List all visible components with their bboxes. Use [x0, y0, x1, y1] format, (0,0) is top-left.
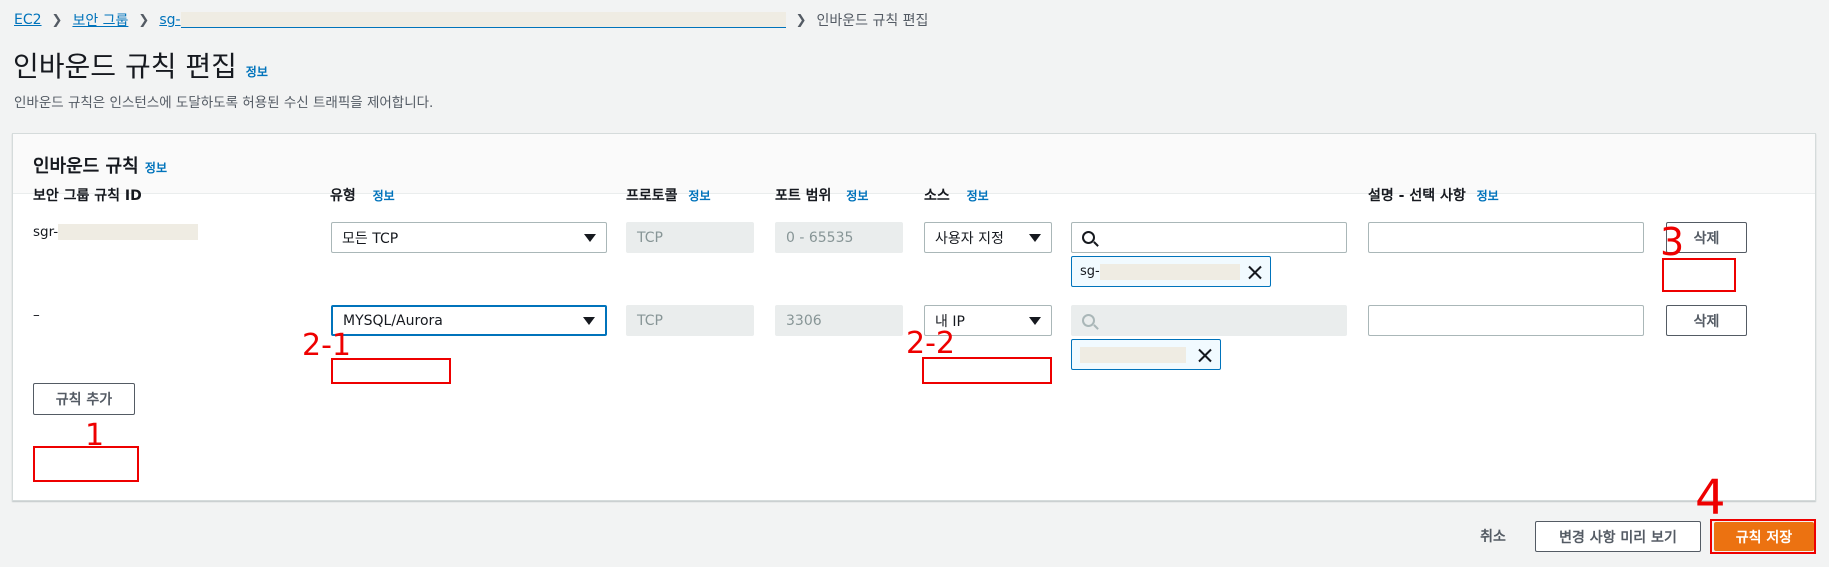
source-token-text: sg- [1080, 264, 1100, 279]
description-input[interactable] [1368, 222, 1644, 253]
col-source: 소스 정보 [924, 185, 989, 205]
panel-header: 인바운드 규칙 정보 [13, 134, 1815, 194]
cancel-button[interactable]: 취소 [1468, 520, 1518, 551]
col-protocol: 프로토콜 정보 [626, 185, 711, 205]
col-source-text: 소스 [924, 188, 950, 204]
col-type: 유형 정보 [330, 185, 395, 205]
caret-down-icon [583, 316, 595, 325]
page-info-link[interactable]: 정보 [246, 65, 268, 79]
search-icon [1082, 231, 1095, 244]
chevron-right-icon: ❯ [795, 12, 807, 28]
breadcrumb-current: 인바운드 규칙 편집 [816, 13, 929, 29]
annotation-label-source-type: 2-2 [906, 326, 955, 361]
col-description: 설명 - 선택 사항 정보 [1368, 185, 1499, 205]
protocol-field: TCP [626, 222, 754, 253]
col-protocol-text: 프로토콜 [626, 188, 678, 204]
caret-down-icon [1029, 316, 1041, 325]
annotation-box-save [1710, 519, 1816, 554]
chevron-right-icon: ❯ [51, 12, 63, 28]
breadcrumb-ec2[interactable]: EC2 [14, 12, 42, 28]
panel-title: 인바운드 규칙 정보 [33, 152, 167, 178]
caret-down-icon [584, 233, 596, 242]
inbound-rules-panel: 인바운드 규칙 정보 보안 그룹 규칙 ID 유형 정보 프로토콜 정보 포트 … [12, 133, 1816, 501]
port-range-field: 3306 [775, 305, 903, 336]
caret-down-icon [1029, 233, 1041, 242]
col-source-info[interactable]: 정보 [967, 189, 989, 203]
type-select-value: MYSQL/Aurora [343, 312, 443, 329]
preview-changes-button[interactable]: 변경 사항 미리 보기 [1535, 521, 1701, 552]
page-description: 인바운드 규칙은 인스턴스에 도달하도록 허용된 수신 트래픽을 제어합니다. [14, 95, 434, 111]
col-port-range: 포트 범위 정보 [775, 185, 868, 205]
annotation-label-add-rule: 1 [85, 418, 105, 453]
annotation-box-source-type [922, 357, 1052, 384]
breadcrumb-security-groups[interactable]: 보안 그룹 [72, 10, 128, 30]
breadcrumb-sg[interactable]: sg- [159, 12, 786, 28]
type-select-value: 모든 TCP [342, 230, 399, 247]
redacted-block [180, 12, 786, 28]
type-select[interactable]: 모든 TCP [331, 222, 607, 253]
add-rule-button[interactable]: 규칙 추가 [33, 383, 135, 415]
source-token: sg- [1071, 256, 1271, 287]
col-type-text: 유형 [330, 188, 356, 204]
annotation-label-type: 2-1 [302, 328, 351, 363]
source-type-value: 사용자 지정 [935, 230, 1004, 247]
page-title: 인바운드 규칙 편집 정보 [13, 45, 268, 85]
source-search-input[interactable] [1071, 222, 1347, 253]
panel-info-link[interactable]: 정보 [145, 161, 167, 175]
description-input[interactable] [1368, 305, 1644, 336]
chevron-right-icon: ❯ [138, 12, 150, 28]
port-range-field: 0 - 65535 [775, 222, 903, 253]
rule-id-cell: – [33, 307, 40, 323]
close-icon[interactable] [1198, 348, 1212, 362]
redacted-block [58, 224, 199, 240]
redacted-block [1099, 263, 1241, 280]
protocol-field: TCP [626, 305, 754, 336]
source-search-input [1071, 305, 1347, 336]
breadcrumb: EC2 ❯ 보안 그룹 ❯ sg- ❯ 인바운드 규칙 편집 [14, 10, 928, 30]
col-protocol-info[interactable]: 정보 [688, 189, 710, 203]
delete-rule-button[interactable]: 삭제 [1666, 305, 1747, 336]
source-type-select[interactable]: 사용자 지정 [924, 222, 1052, 253]
col-description-info[interactable]: 정보 [1477, 189, 1499, 203]
close-icon[interactable] [1248, 265, 1262, 279]
col-port-range-info[interactable]: 정보 [846, 189, 868, 203]
annotation-label-save: 4 [1695, 470, 1726, 526]
col-description-text: 설명 - 선택 사항 [1368, 188, 1466, 204]
type-select[interactable]: MYSQL/Aurora [331, 305, 607, 336]
panel-title-text: 인바운드 규칙 [33, 156, 139, 177]
redacted-block [1080, 346, 1187, 363]
page-title-text: 인바운드 규칙 편집 [13, 50, 237, 83]
col-port-range-text: 포트 범위 [775, 188, 832, 204]
source-token [1071, 339, 1221, 370]
col-rule-id-text: 보안 그룹 규칙 ID [33, 188, 142, 204]
search-icon [1082, 314, 1095, 327]
annotation-label-delete: 3 [1660, 220, 1685, 264]
rule-id-cell: sgr- [33, 224, 199, 240]
rule-id-text: sgr- [33, 224, 59, 240]
col-type-info[interactable]: 정보 [373, 189, 395, 203]
